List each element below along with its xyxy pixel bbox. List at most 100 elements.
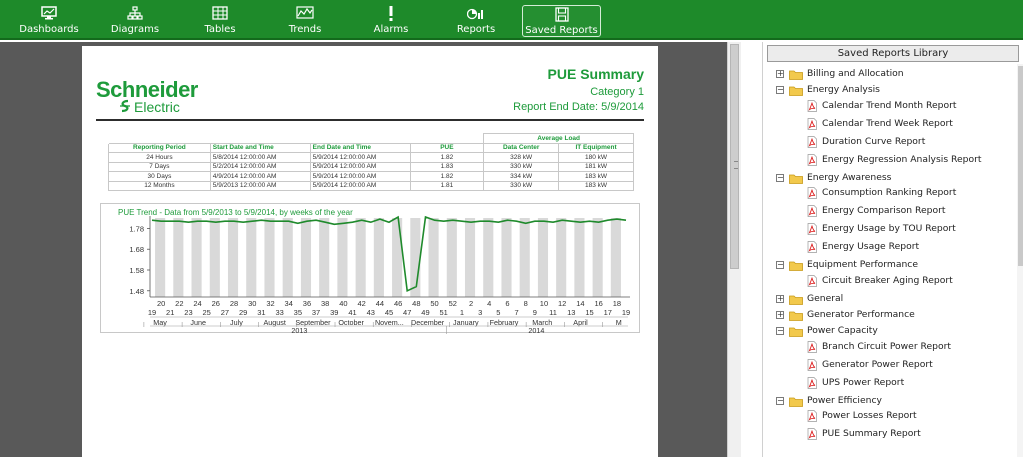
chart-week-band: [319, 218, 330, 297]
chart-month-label: August: [263, 318, 285, 327]
chart-x-tick-label: 16: [594, 299, 602, 308]
cell-end: 5/9/2014 12:00:00 AM: [309, 152, 411, 163]
cell-it-equipment: 181 kW: [558, 161, 634, 172]
chart-month-label: July: [230, 318, 243, 327]
chart-x-tick-label: 32: [266, 299, 274, 308]
schneider-logo-subtext: Electric: [134, 99, 180, 115]
col-it-equipment: IT Equipment: [558, 142, 634, 153]
chart-x-tick-label: 18: [613, 299, 621, 308]
chart-week-band: [246, 218, 257, 297]
chart-x-tick-label: 33: [275, 308, 283, 317]
expand-icon[interactable]: +: [776, 311, 784, 319]
cell-start: 5/9/2013 12:00:00 AM: [209, 180, 311, 191]
cell-end: 5/9/2014 12:00:00 AM: [309, 161, 411, 172]
chart-month-label: June: [190, 318, 206, 327]
col-pue: PUE: [409, 142, 485, 153]
chart-x-tick-label: 36: [303, 299, 311, 308]
chart-x-tick-label: 31: [257, 308, 265, 317]
chart-x-tick-label: 4: [487, 299, 491, 308]
table-group-header-row: Average Load: [107, 133, 634, 144]
collapse-icon[interactable]: −: [776, 85, 784, 94]
folder-icon: [789, 327, 803, 337]
alarm-icon: [352, 6, 430, 22]
tree-item-label: Calendar Trend Month Report: [822, 99, 957, 111]
viewer-scrollbar[interactable]: [727, 42, 741, 457]
table-icon: [181, 6, 259, 22]
cell-period: 30 Days: [108, 171, 211, 182]
table-header-row: Reporting Period Start Date and Time End…: [108, 142, 634, 153]
collapse-icon[interactable]: −: [776, 326, 784, 335]
report-page: Schneider Electric PUE Summary Category …: [82, 46, 658, 457]
pdf-icon: [807, 358, 817, 371]
chart-x-tick-label: 43: [367, 308, 375, 317]
tree-item-label: Branch Circuit Power Report: [822, 340, 951, 352]
pdf-icon: [807, 135, 817, 148]
expand-icon[interactable]: +: [776, 70, 784, 78]
pdf-icon: [807, 410, 817, 423]
nav-dashboards-button[interactable]: Dashboards: [10, 5, 88, 37]
chart-week-band: [537, 218, 549, 297]
table-row: 24 Hours 5/8/2014 12:00:00 AM 5/9/2014 1…: [108, 152, 634, 163]
nav-diagrams-button[interactable]: Diagrams: [96, 5, 174, 37]
nav-reports-button[interactable]: Reports: [437, 5, 515, 37]
chart-x-tick-label: 15: [585, 308, 593, 317]
nav-tables-label: Tables: [204, 24, 236, 35]
cell-data-center: 328 kW: [483, 152, 560, 163]
collapse-icon[interactable]: −: [776, 396, 784, 405]
chart-week-band: [264, 218, 275, 297]
chart-x-tick-label: 50: [430, 299, 438, 308]
trend-icon: [266, 6, 344, 22]
collapse-icon[interactable]: −: [776, 261, 784, 270]
chart-month-label: October: [338, 318, 364, 327]
cell-it-equipment: 183 kW: [558, 180, 634, 191]
nav-alarms-button[interactable]: Alarms: [352, 5, 430, 37]
pdf-icon: [807, 223, 817, 236]
cell-it-equipment: 183 kW: [558, 171, 634, 182]
chart-week-band: [574, 218, 585, 297]
library-scrollbar[interactable]: [1017, 64, 1023, 457]
chart-x-tick-label: 46: [394, 299, 402, 308]
chart-y-tick-label: 1.58: [129, 266, 144, 275]
tree-item-label: Energy Analysis: [807, 83, 880, 95]
nav-tables-button[interactable]: Tables: [181, 5, 259, 37]
chart-x-tick-label: 7: [515, 308, 519, 317]
chart-x-tick-label: 34: [285, 299, 293, 308]
chart-x-tick-label: 19: [622, 308, 630, 317]
cell-period: 7 Days: [108, 161, 211, 172]
chart-month-label: February: [490, 318, 519, 327]
nav-alarms-label: Alarms: [373, 24, 409, 35]
col-start-date: Start Date and Time: [209, 142, 311, 153]
folder-icon: [789, 70, 803, 80]
library-scrollbar-thumb[interactable]: [1018, 66, 1023, 266]
pue-summary-table: Average Load Reporting Period Start Date…: [107, 133, 634, 191]
chart-week-band: [300, 218, 312, 297]
nav-saved-reports-button[interactable]: Saved Reports: [522, 5, 601, 37]
report-viewer[interactable]: Schneider Electric PUE Summary Category …: [0, 42, 741, 457]
chart-week-band: [483, 218, 494, 297]
chart-week-band: [610, 218, 621, 297]
pdf-icon: [807, 205, 817, 218]
viewer-scrollbar-thumb[interactable]: [730, 44, 739, 269]
table-row: 7 Days 5/2/2014 12:00:00 AM 5/9/2014 12:…: [108, 161, 634, 172]
pdf-icon: [807, 340, 817, 353]
nav-trends-label: Trends: [288, 24, 322, 35]
chart-y-tick-label: 1.68: [129, 245, 144, 254]
chart-x-tick-label: 3: [478, 308, 482, 317]
tree-item-label: Billing and Allocation: [807, 68, 904, 79]
chart-week-band: [392, 218, 403, 297]
tree-item-label: Energy Usage Report: [822, 241, 920, 253]
chart-x-tick-label: 10: [540, 299, 548, 308]
chart-x-tick-label: 48: [412, 299, 420, 308]
chart-x-tick-label: 26: [212, 299, 220, 308]
nav-trends-button[interactable]: Trends: [266, 5, 344, 37]
chart-x-tick-label: 9: [533, 308, 537, 317]
cell-period: 24 Hours: [108, 152, 211, 163]
chart-week-band: [355, 218, 366, 297]
pdf-icon: [807, 275, 817, 288]
expand-icon[interactable]: +: [776, 295, 784, 304]
chart-x-tick-label: 2: [469, 299, 473, 308]
chart-month-label: January: [453, 318, 479, 327]
cell-it-equipment: 180 kW: [558, 152, 634, 163]
cell-pue: 1.83: [409, 161, 485, 172]
collapse-icon[interactable]: −: [776, 173, 784, 182]
